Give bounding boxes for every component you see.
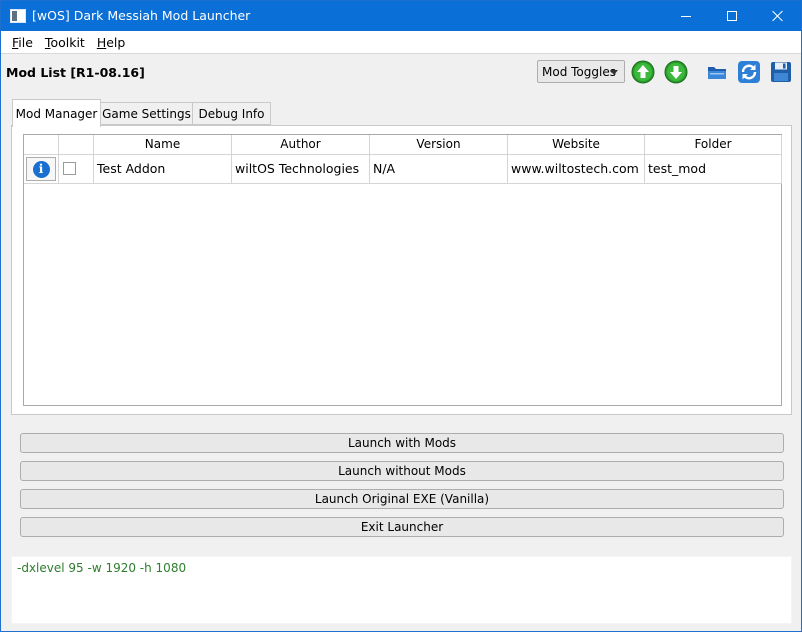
cell-enabled	[59, 155, 94, 184]
table-header: Name Author Version Website Folder	[24, 135, 782, 155]
launch-args-text: -dxlevel 95 -w 1920 -h 1080	[17, 561, 187, 575]
column-header-website[interactable]: Website	[508, 135, 645, 155]
tab-debug-info[interactable]: Debug Info	[192, 102, 271, 125]
launch-with-mods-button[interactable]: Launch with Mods	[20, 433, 784, 453]
mod-list-title: Mod List [R1-08.16]	[6, 65, 145, 80]
cell-author: wiltOS Technologies	[232, 155, 370, 184]
launch-vanilla-button[interactable]: Launch Original EXE (Vanilla)	[20, 489, 784, 509]
close-button[interactable]	[755, 1, 801, 31]
menu-help-label: elp	[106, 34, 126, 50]
exit-launcher-button[interactable]: Exit Launcher	[20, 517, 784, 537]
cell-folder: test_mod	[645, 155, 782, 184]
table-row[interactable]: i Test Addon wiltOS Technologies N/A www…	[24, 155, 782, 184]
arrow-up-icon[interactable]	[630, 59, 656, 85]
maximize-button[interactable]	[709, 1, 755, 31]
minimize-button[interactable]	[663, 1, 709, 31]
app-window: [wOS] Dark Messiah Mod Launcher File Too…	[0, 0, 802, 632]
combo-value: Mod Toggles	[542, 65, 616, 79]
cell-info: i	[24, 155, 59, 184]
app-icon	[10, 9, 26, 23]
chevron-down-icon	[610, 70, 618, 75]
mod-toggles-combo[interactable]: Mod Toggles	[537, 60, 625, 83]
menu-file-label: ile	[18, 34, 33, 50]
save-icon[interactable]	[768, 59, 794, 85]
mod-manager-panel: Name Author Version Website Folder i Tes…	[11, 125, 792, 415]
folder-icon[interactable]	[704, 59, 730, 85]
info-button[interactable]: i	[26, 157, 56, 181]
title-bar[interactable]: [wOS] Dark Messiah Mod Launcher	[1, 1, 801, 31]
column-header-name[interactable]: Name	[94, 135, 232, 155]
column-header-folder[interactable]: Folder	[645, 135, 782, 155]
info-icon: i	[32, 160, 50, 178]
menu-file[interactable]: File	[6, 35, 39, 50]
window-title: [wOS] Dark Messiah Mod Launcher	[32, 8, 251, 23]
minimize-icon	[681, 15, 691, 17]
mod-enabled-checkbox[interactable]	[63, 162, 76, 175]
column-header-info[interactable]	[24, 135, 59, 155]
cell-website: www.wiltostech.com	[508, 155, 645, 184]
column-header-enabled[interactable]	[59, 135, 94, 155]
launch-args-console[interactable]: -dxlevel 95 -w 1920 -h 1080	[11, 556, 792, 624]
menu-help-mnemonic: H	[96, 34, 107, 50]
mod-table[interactable]: Name Author Version Website Folder i Tes…	[23, 134, 782, 406]
launch-without-mods-button[interactable]: Launch without Mods	[20, 461, 784, 481]
menu-help[interactable]: Help	[91, 35, 132, 50]
cell-name: Test Addon	[94, 155, 232, 184]
arrow-down-icon[interactable]	[663, 59, 689, 85]
toolbar: Mod List [R1-08.16] Mod Toggles	[1, 53, 801, 91]
cell-version: N/A	[370, 155, 508, 184]
tab-mod-manager[interactable]: Mod Manager	[12, 99, 101, 127]
close-icon	[772, 10, 784, 22]
column-header-author[interactable]: Author	[232, 135, 370, 155]
menu-bar: File Toolkit Help	[1, 31, 801, 53]
refresh-icon[interactable]	[736, 59, 762, 85]
column-header-version[interactable]: Version	[370, 135, 508, 155]
tab-game-settings[interactable]: Game Settings	[100, 102, 193, 125]
menu-toolkit[interactable]: Toolkit	[39, 35, 91, 50]
menu-toolkit-label: oolkit	[50, 34, 85, 50]
maximize-icon	[727, 11, 737, 21]
